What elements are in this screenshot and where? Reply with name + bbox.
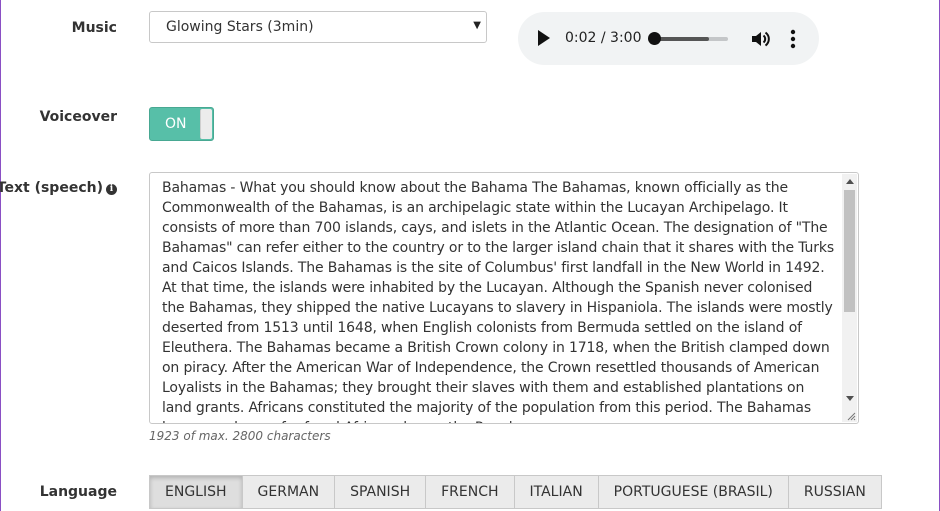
text-speech-label-text: Text (speech) [0, 180, 103, 196]
language-option-french[interactable]: FRENCH [426, 476, 515, 508]
speech-textarea[interactable]: Bahamas - What you should know about the… [149, 172, 859, 424]
audio-player: 0:02 / 3:00 [518, 12, 819, 65]
language-option-portuguese-brasil[interactable]: PORTUGUESE (BRASIL) [598, 476, 789, 508]
audio-time: 0:02 / 3:00 [565, 30, 642, 46]
caret-down-icon: ▼ [473, 20, 481, 31]
resize-handle-icon[interactable] [847, 412, 856, 421]
audio-progress-thumb[interactable] [647, 32, 661, 45]
language-option-english[interactable]: ENGLISH [150, 476, 243, 508]
language-button-group: ENGLISH GERMAN SPANISH FRENCH ITALIAN PORTUGU… [149, 475, 882, 509]
scroll-down-icon[interactable] [846, 396, 854, 401]
music-label: Music [71, 20, 117, 36]
info-icon[interactable]: i [106, 184, 117, 195]
voiceover-label: Voiceover [39, 109, 117, 125]
scrollbar-thumb[interactable] [844, 190, 855, 312]
language-option-spanish[interactable]: SPANISH [335, 476, 427, 508]
character-counter: 1923 of max. 2800 characters [149, 429, 331, 443]
language-option-german[interactable]: GERMAN [242, 476, 336, 508]
voiceover-toggle-state: ON [165, 116, 187, 132]
language-option-italian[interactable]: ITALIAN [514, 476, 599, 508]
language-label: Language [39, 484, 117, 500]
toggle-knob [200, 109, 212, 139]
music-select[interactable]: Glowing Stars (3min) ▼ [149, 11, 487, 43]
music-select-value: Glowing Stars (3min) [166, 19, 314, 35]
scroll-up-icon[interactable] [846, 179, 854, 184]
audio-progress-track[interactable] [653, 37, 728, 41]
speech-text: Bahamas - What you should know about the… [162, 180, 834, 423]
text-speech-label: Text (speech) i [0, 180, 117, 196]
textarea-scrollbar[interactable] [842, 174, 857, 422]
volume-icon[interactable] [750, 29, 770, 49]
play-icon[interactable] [538, 30, 550, 46]
more-vertical-icon[interactable] [789, 29, 797, 49]
language-option-russian[interactable]: RUSSIAN [788, 476, 881, 508]
audio-buffered-bar [653, 37, 710, 41]
voiceover-toggle[interactable]: ON [149, 107, 214, 141]
